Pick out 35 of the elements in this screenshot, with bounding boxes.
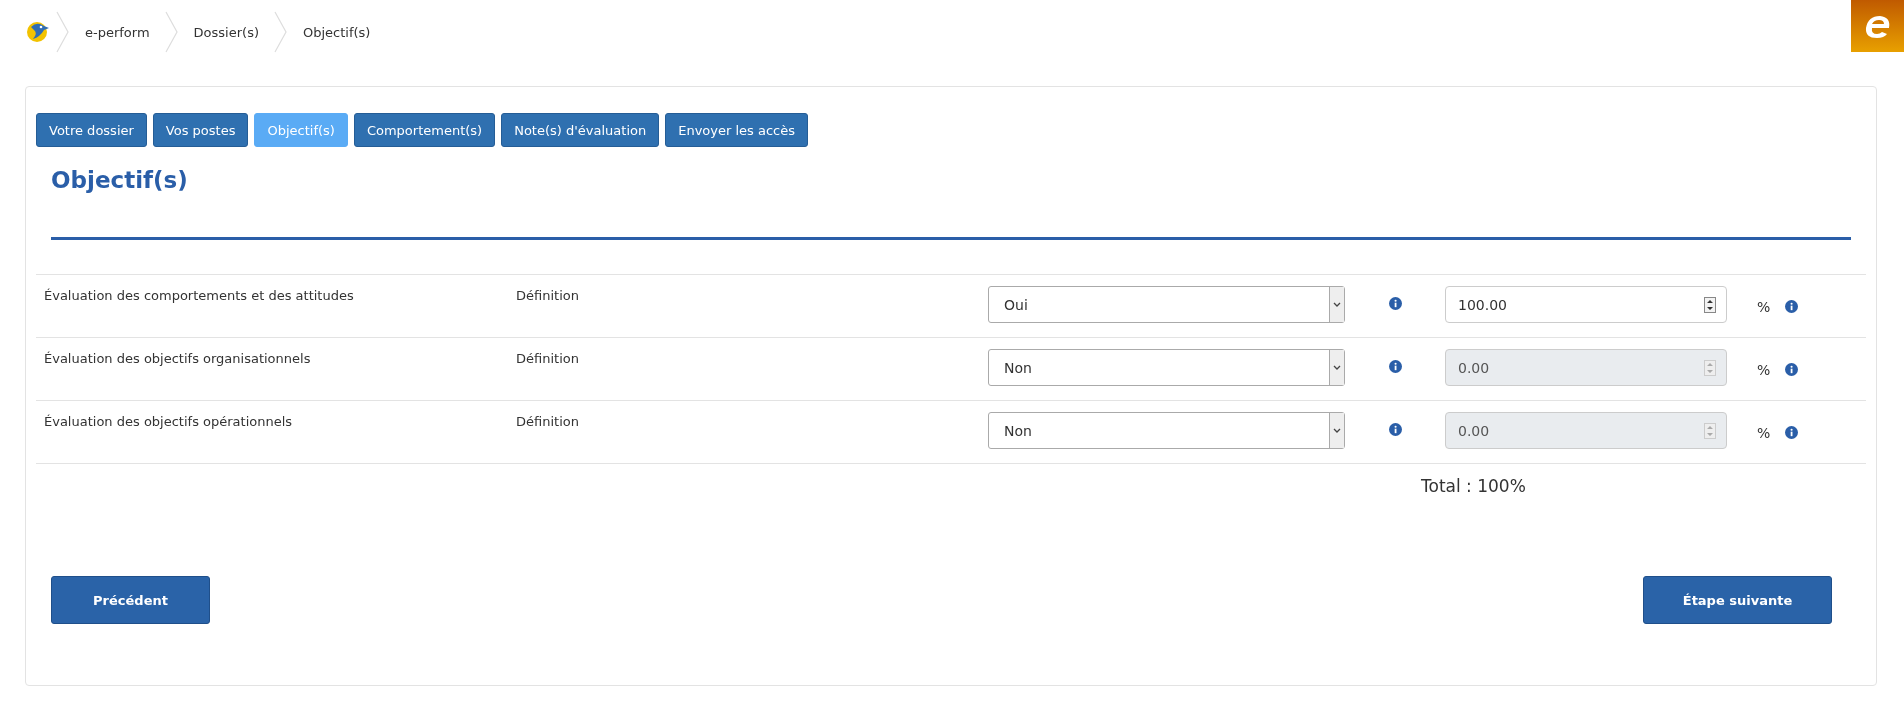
- breadcrumb-link[interactable]: Objectif(s): [303, 24, 371, 40]
- spinner-arrows-icon: [1704, 359, 1716, 376]
- breadcrumb-link[interactable]: Dossier(s): [193, 24, 259, 40]
- criterion-label: Évaluation des objectifs opérationnels: [43, 413, 294, 429]
- percent-sign: %: [1757, 362, 1771, 378]
- tab[interactable]: Note(s) d'évaluation: [501, 113, 660, 147]
- page-heading: Objectif(s): [51, 167, 189, 193]
- tab[interactable]: Envoyer les accès: [665, 113, 808, 147]
- breadcrumb-separator-icon: [163, 10, 180, 54]
- spinner-arrows-icon: [1704, 422, 1716, 439]
- percent-field[interactable]: 100.00: [1445, 286, 1727, 323]
- info-icon: [1389, 297, 1402, 310]
- breadcrumb-separator-icon: [55, 10, 71, 54]
- criterion-label: Évaluation des comportements et des attitudes: [43, 287, 355, 303]
- bird-logo-icon: [25, 19, 51, 45]
- criterion-label: Évaluation des objectifs organisationnels: [43, 350, 312, 366]
- info-icon: [1785, 300, 1799, 313]
- info-icon: [1785, 426, 1799, 439]
- definition-link[interactable]: Définition: [516, 288, 579, 303]
- spinner-arrows-icon: [1704, 296, 1716, 313]
- percent-sign: %: [1757, 425, 1771, 441]
- percent-sign: %: [1757, 299, 1771, 315]
- tab[interactable]: Vos postes: [152, 113, 249, 147]
- breadcrumb-separator-icon: [273, 10, 289, 54]
- e-logo-icon: [1851, 0, 1904, 52]
- info-icon: [1785, 363, 1799, 376]
- previous-button[interactable]: Précédent: [51, 576, 210, 624]
- tab[interactable]: Comportement(s): [353, 113, 496, 147]
- tab[interactable]: Votre dossier: [36, 113, 147, 147]
- info-icon: [1389, 360, 1402, 373]
- info-icon: [1389, 423, 1402, 436]
- next-step-button[interactable]: Étape suivante: [1643, 576, 1832, 624]
- choice-dropdown[interactable]: Oui: [988, 286, 1345, 323]
- total-label: Total : 100%: [1421, 476, 1527, 496]
- breadcrumb-link[interactable]: e-perform: [85, 24, 150, 40]
